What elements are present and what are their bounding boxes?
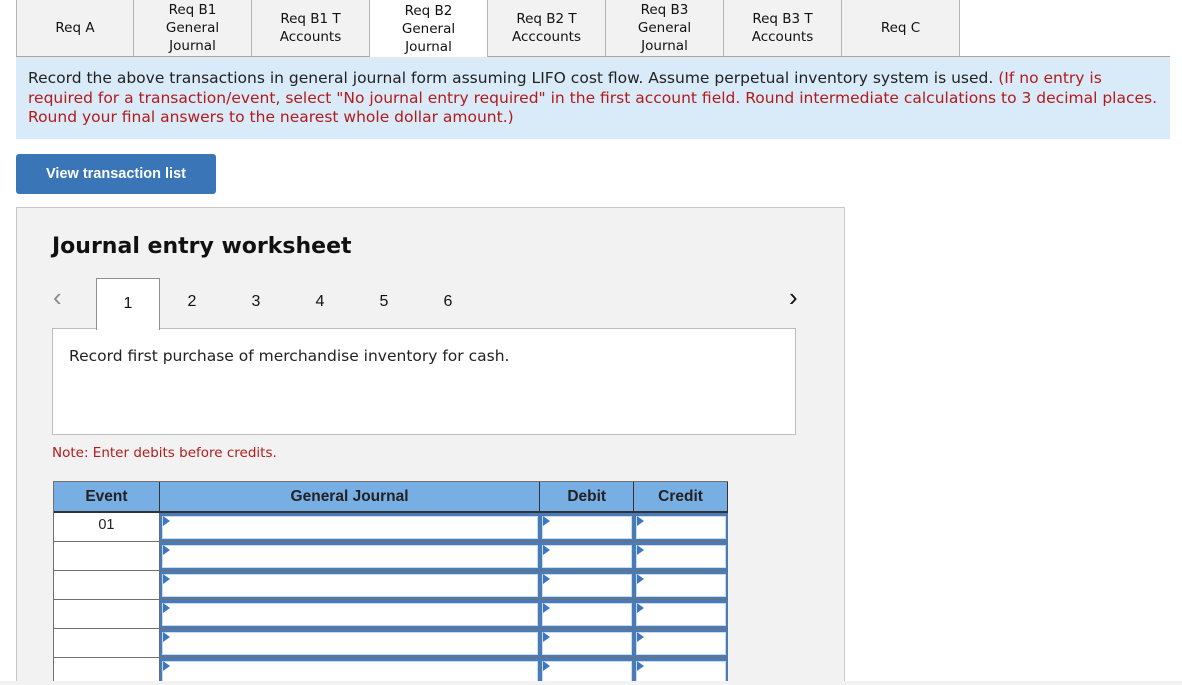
account-select[interactable] (159, 513, 541, 541)
table-row (54, 629, 728, 658)
input-marker-icon (543, 574, 551, 584)
tab-req-b3-general-journal[interactable]: Req B3 General Journal (606, 0, 724, 56)
instructions-banner: Record the above transactions in general… (16, 57, 1170, 139)
input-marker-icon (162, 574, 170, 584)
header-general-journal: General Journal (160, 482, 541, 511)
tab-label: Req B2 General Journal (401, 2, 456, 55)
account-select[interactable] (159, 542, 541, 570)
debit-input[interactable] (540, 571, 635, 599)
event-cell (54, 571, 160, 599)
account-select[interactable] (159, 600, 541, 628)
credit-input[interactable] (634, 600, 728, 628)
debit-input[interactable] (540, 513, 635, 541)
table-row (54, 542, 728, 571)
input-marker-icon (543, 661, 551, 671)
journal-entry-worksheet: Journal entry worksheet ‹ 1 2 3 4 5 6 › … (16, 207, 845, 685)
entry-pager: 1 2 3 4 5 6 (96, 278, 480, 330)
credit-input[interactable] (634, 513, 728, 541)
debit-input[interactable] (540, 600, 635, 628)
page-tab-5[interactable]: 5 (352, 278, 416, 328)
input-marker-icon (162, 661, 170, 671)
requirement-tabs: Req A Req B1 General Journal Req B1 T Ac… (16, 0, 1170, 57)
table-row (54, 600, 728, 629)
tab-req-c[interactable]: Req C (842, 0, 960, 56)
page-tab-6[interactable]: 6 (416, 278, 480, 328)
input-marker-icon (637, 574, 645, 584)
event-cell (54, 600, 160, 628)
event-cell (54, 542, 160, 570)
header-event: Event (54, 482, 160, 511)
input-marker-icon (162, 632, 170, 642)
debits-note: Note: Enter debits before credits. (52, 445, 277, 461)
page-bottom-strip (0, 681, 1182, 685)
instructions-main: Record the above transactions in general… (28, 69, 999, 87)
tab-label: Req A (55, 20, 95, 36)
table-row: 01 (54, 513, 728, 542)
event-cell: 01 (54, 513, 160, 541)
input-marker-icon (543, 516, 551, 526)
tab-req-b2-general-journal[interactable]: Req B2 General Journal (370, 0, 488, 57)
description-text: Record first purchase of merchandise inv… (69, 347, 510, 365)
tab-label: Req B1 T Accounts (279, 11, 342, 45)
tab-label: Req C (880, 20, 921, 36)
debit-input[interactable] (540, 542, 635, 570)
input-marker-icon (637, 603, 645, 613)
tab-req-b1-general-journal[interactable]: Req B1 General Journal (134, 0, 252, 56)
tab-req-b1-t-accounts[interactable]: Req B1 T Accounts (252, 0, 370, 56)
input-marker-icon (543, 603, 551, 613)
input-marker-icon (637, 661, 645, 671)
transaction-description: Record first purchase of merchandise inv… (52, 328, 796, 435)
chevron-left-icon[interactable]: ‹ (53, 284, 73, 312)
input-marker-icon (543, 545, 551, 555)
tab-req-b2-t-accounts[interactable]: Req B2 T Acccounts (488, 0, 606, 56)
credit-input[interactable] (634, 542, 728, 570)
chevron-right-icon[interactable]: › (789, 284, 809, 312)
input-marker-icon (637, 516, 645, 526)
input-marker-icon (162, 516, 170, 526)
credit-input[interactable] (634, 571, 728, 599)
event-cell (54, 629, 160, 657)
journal-table-body: 01 (54, 513, 728, 685)
account-select[interactable] (159, 629, 541, 657)
tab-label: Req B3 General Journal (637, 2, 692, 54)
header-debit: Debit (540, 482, 635, 511)
page-tab-1[interactable]: 1 (96, 278, 160, 330)
input-marker-icon (637, 632, 645, 642)
journal-table-header: Event General Journal Debit Credit (54, 482, 728, 513)
tab-req-b3-t-accounts[interactable]: Req B3 T Accounts (724, 0, 842, 56)
worksheet-title: Journal entry worksheet (52, 234, 352, 259)
tab-label: Req B3 T Accounts (751, 11, 814, 45)
account-select[interactable] (159, 571, 541, 599)
input-marker-icon (637, 545, 645, 555)
table-row (54, 571, 728, 600)
input-marker-icon (543, 632, 551, 642)
credit-input[interactable] (634, 629, 728, 657)
input-marker-icon (162, 545, 170, 555)
input-marker-icon (162, 603, 170, 613)
page-tab-2[interactable]: 2 (160, 278, 224, 328)
tab-req-a[interactable]: Req A (16, 0, 134, 56)
journal-table: Event General Journal Debit Credit 01 (53, 481, 728, 685)
page-tab-4[interactable]: 4 (288, 278, 352, 328)
view-transaction-list-button[interactable]: View transaction list (16, 154, 216, 194)
tab-label: Req B2 T Acccounts (512, 11, 581, 45)
header-credit: Credit (634, 482, 728, 511)
tab-label: Req B1 General Journal (165, 2, 220, 54)
page-tab-3[interactable]: 3 (224, 278, 288, 328)
debit-input[interactable] (540, 629, 635, 657)
